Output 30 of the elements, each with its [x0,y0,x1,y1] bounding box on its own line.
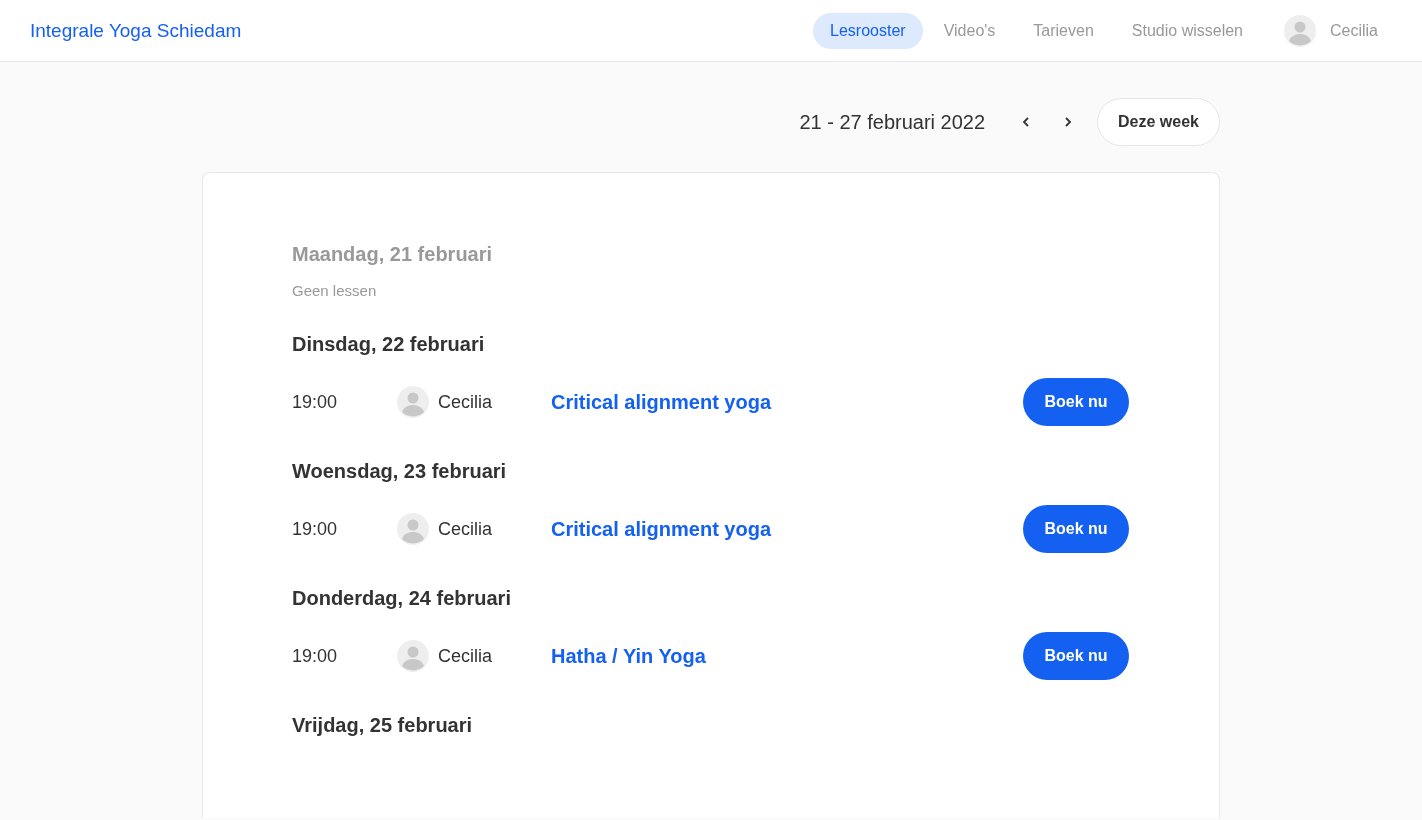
day-heading: Dinsdag, 22 februari [292,333,486,356]
teacher-name: Cecilia [438,518,493,540]
avatar-icon [397,386,429,418]
class-name-link[interactable]: Hatha / Yin Yoga [551,644,706,667]
teacher-name: Cecilia [438,391,493,413]
day-heading: Donderdag, 24 februari [292,587,512,610]
nav-tab[interactable]: Video's [926,12,1013,49]
no-classes-text: Geen lessen [292,282,378,299]
day-heading: Vrijdag, 25 februari [292,714,474,737]
book-button[interactable]: Boek nu [1023,378,1129,426]
nav-tab[interactable]: Lesrooster [813,12,923,49]
day-heading: Woensdag, 23 februari [292,460,508,483]
avatar-icon[interactable] [1284,14,1316,47]
user-name-link[interactable]: Cecilia [1330,21,1378,40]
class-time: 19:00 [292,645,339,667]
nav-tab[interactable]: Tarieven [1016,12,1111,49]
avatar-icon [397,513,429,545]
teacher-name: Cecilia [438,645,493,667]
class-name-link[interactable]: Critical alignment yoga [551,517,772,540]
avatar-icon [397,640,429,672]
class-time: 19:00 [292,518,339,540]
book-button[interactable]: Boek nu [1023,632,1129,680]
class-name-link[interactable]: Critical alignment yoga [551,390,772,413]
day-heading: Maandag, 21 februari [292,243,494,266]
class-time: 19:00 [292,391,339,413]
book-button[interactable]: Boek nu [1023,505,1129,553]
nav-tab[interactable]: Studio wisselen [1114,12,1260,49]
week-range: 21 - 27 februari 2022 [799,110,986,134]
this-week-button[interactable]: Deze week [1097,98,1220,146]
brand-link[interactable]: Integrale Yoga Schiedam [30,19,242,42]
